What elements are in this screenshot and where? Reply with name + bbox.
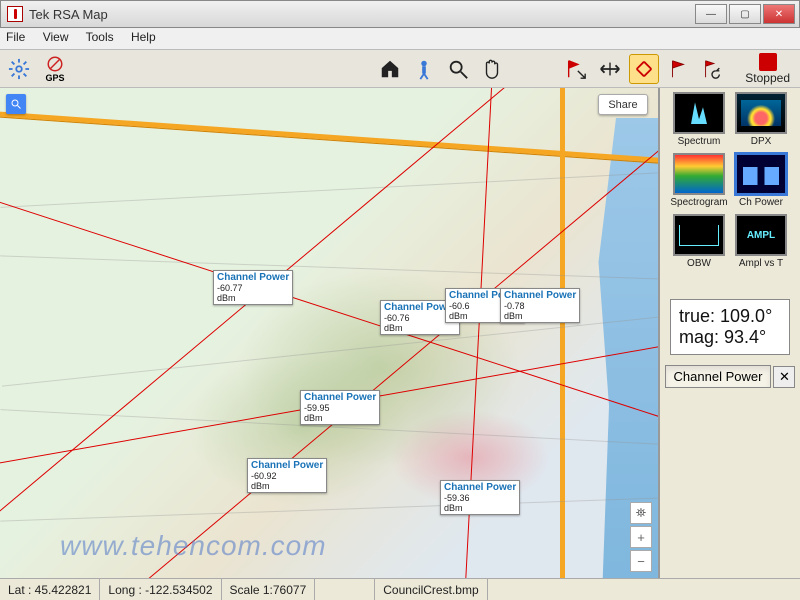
app-icon — [7, 6, 23, 22]
palette-dpx[interactable]: DPX — [733, 92, 789, 147]
clear-measure-button[interactable]: ✕ — [773, 366, 795, 388]
menubar: File View Tools Help — [0, 28, 800, 50]
minimize-button[interactable]: — — [695, 4, 727, 24]
flag-repeat-icon — [701, 58, 723, 80]
channel-power-marker[interactable]: Channel Power-0.78dBm — [500, 288, 580, 323]
toolbar: GPS Stopped — [0, 50, 800, 88]
palette-spectrum[interactable]: Spectrum — [671, 92, 727, 147]
person-icon — [413, 58, 435, 80]
horizontal-arrows-icon — [599, 58, 621, 80]
status-lat: Lat : 45.422821 — [0, 579, 100, 600]
highway-feature — [560, 88, 565, 578]
palette-chpower[interactable]: Ch Power — [733, 153, 789, 208]
run-state-label: Stopped — [745, 71, 790, 85]
measurement-palette: Spectrum DPX Spectrogram Ch Power OBW Am… — [664, 92, 796, 269]
pan-button[interactable] — [477, 54, 507, 84]
quad-arrows-icon — [633, 58, 655, 80]
hand-icon — [481, 58, 503, 80]
settings-button[interactable] — [4, 54, 34, 84]
menu-help[interactable]: Help — [131, 30, 156, 44]
zoom-out-button[interactable]: − — [630, 550, 652, 572]
bearing-readout: true: 109.0° mag: 93.4° — [670, 299, 790, 355]
mag-bearing: mag: 93.4° — [679, 327, 781, 348]
map-search-button[interactable] — [6, 94, 26, 114]
watermark: www.tehencom.com — [60, 530, 327, 562]
channel-power-marker[interactable]: Channel Power-59.36dBm — [440, 480, 520, 515]
statusbar: Lat : 45.422821 Long : -122.534502 Scale… — [0, 578, 800, 600]
palette-obw[interactable]: OBW — [671, 214, 727, 269]
gps-off-icon — [46, 55, 64, 73]
search-icon — [10, 98, 22, 110]
gear-icon — [8, 58, 30, 80]
window-title: Tek RSA Map — [29, 7, 108, 22]
menu-view[interactable]: View — [43, 30, 69, 44]
magnifier-icon — [447, 58, 469, 80]
palette-spectrogram[interactable]: Spectrogram — [671, 153, 727, 208]
content: Share Channel Power-60.77dBm Channel Powe… — [0, 88, 800, 578]
search-button[interactable] — [443, 54, 473, 84]
channel-power-marker[interactable]: Channel Power-60.77dBm — [213, 270, 293, 305]
selected-measure-row: Channel Power ✕ — [665, 365, 796, 388]
flag-pointer-button[interactable] — [561, 54, 591, 84]
flag-arrow-icon — [565, 58, 587, 80]
close-button[interactable]: ✕ — [763, 4, 795, 24]
status-scale: Scale 1:76077 — [222, 579, 316, 600]
home-icon — [379, 58, 401, 80]
true-bearing: true: 109.0° — [679, 306, 781, 327]
home-button[interactable] — [375, 54, 405, 84]
selected-measure[interactable]: Channel Power — [665, 365, 772, 388]
repeat-flag-button[interactable] — [697, 54, 727, 84]
map-share-button[interactable]: Share — [598, 94, 648, 115]
street-view-button[interactable]: ⛯ — [630, 502, 652, 524]
titlebar: Tek RSA Map — ▢ ✕ — [0, 0, 800, 28]
flag-icon — [667, 58, 689, 80]
run-state[interactable]: Stopped — [745, 53, 790, 85]
status-long: Long : -122.534502 — [100, 579, 221, 600]
right-panel: Spectrum DPX Spectrogram Ch Power OBW Am… — [660, 88, 800, 578]
gps-label: GPS — [45, 73, 64, 83]
channel-power-marker[interactable]: Channel Power-59.95dBm — [300, 390, 380, 425]
zoom-in-button[interactable]: + — [630, 526, 652, 548]
map-zoom-controls: ⛯ + − — [630, 500, 652, 572]
gps-button[interactable]: GPS — [38, 54, 72, 84]
menu-file[interactable]: File — [6, 30, 25, 44]
single-flag-button[interactable] — [663, 54, 693, 84]
menu-tools[interactable]: Tools — [86, 30, 114, 44]
status-file: CouncilCrest.bmp — [375, 579, 487, 600]
person-button[interactable] — [409, 54, 439, 84]
maximize-button[interactable]: ▢ — [729, 4, 761, 24]
bearing-line-button[interactable] — [595, 54, 625, 84]
channel-power-marker[interactable]: Channel Power-60.92dBm — [247, 458, 327, 493]
stop-icon — [759, 53, 777, 71]
map-canvas[interactable]: Share Channel Power-60.77dBm Channel Powe… — [0, 88, 660, 578]
palette-amplvst[interactable]: Ampl vs T — [733, 214, 789, 269]
crosshair-button[interactable] — [629, 54, 659, 84]
